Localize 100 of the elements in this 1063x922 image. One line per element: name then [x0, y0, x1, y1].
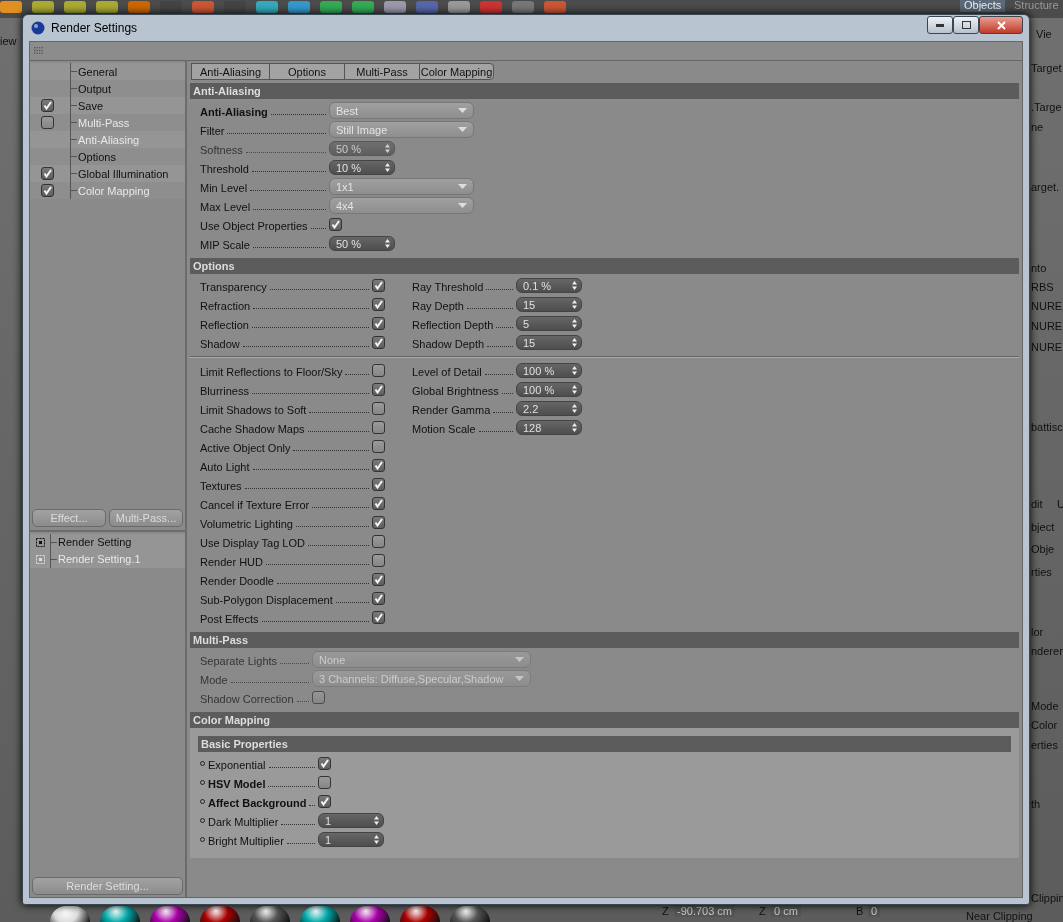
field-label: Textures: [200, 479, 242, 492]
settings-list-item[interactable]: Output: [30, 80, 185, 97]
spin-arrows-icon: [572, 338, 577, 347]
tab[interactable]: Color Mapping: [419, 63, 494, 80]
checkbox[interactable]: [40, 116, 54, 129]
settings-list-item[interactable]: General: [30, 63, 185, 80]
caret-icon: [515, 657, 524, 662]
number-field[interactable]: 5: [516, 316, 582, 331]
checkbox[interactable]: [372, 336, 385, 349]
number-field[interactable]: 10 %: [329, 160, 395, 175]
settings-list-item[interactable]: Options: [30, 148, 185, 165]
toolbar-icon[interactable]: [352, 1, 374, 13]
tab[interactable]: Options: [269, 63, 344, 80]
number-field[interactable]: 100 %: [516, 363, 582, 378]
spin-arrows-icon: [385, 239, 390, 248]
checkbox[interactable]: [372, 364, 385, 377]
checkbox[interactable]: [372, 402, 385, 415]
checkbox[interactable]: [372, 298, 385, 311]
axis-label: B: [856, 905, 864, 917]
field-label: Render Doodle: [200, 574, 274, 587]
number-field[interactable]: 1: [318, 832, 384, 847]
close-button[interactable]: [979, 16, 1023, 34]
field-label: Filter: [200, 124, 225, 137]
field-label: Refraction: [200, 299, 251, 312]
checkbox[interactable]: [372, 459, 385, 472]
number-field[interactable]: 100 %: [516, 382, 582, 397]
panel-text-fragment: .Targe: [1031, 101, 1062, 113]
toolbar-icon[interactable]: [96, 1, 118, 13]
number-field[interactable]: 0.1 %: [516, 278, 582, 293]
number-field[interactable]: 2.2: [516, 401, 582, 416]
coordinate-field[interactable]: -90.703 cm: [674, 905, 736, 917]
checkbox[interactable]: [372, 535, 385, 548]
coordinate-field[interactable]: 0: [868, 905, 881, 917]
panel-text-fragment: Mode: [1031, 700, 1059, 712]
toolbar-icon[interactable]: [384, 1, 406, 13]
grip-icon[interactable]: [34, 47, 44, 55]
spin-arrows-icon: [385, 163, 390, 172]
axis-label: Z: [662, 905, 669, 917]
checkbox[interactable]: [372, 497, 385, 510]
field-label: Ray Threshold: [412, 280, 484, 293]
panel-label-fragment: iew: [0, 35, 17, 47]
field-label: Level of Detail: [412, 365, 482, 378]
checkbox[interactable]: [372, 279, 385, 292]
field-label: Transparency: [200, 280, 267, 293]
field-label: Post Effects: [200, 612, 259, 625]
field-label: Affect Background: [208, 796, 307, 809]
toolbar-icon[interactable]: [320, 1, 342, 13]
minimize-button[interactable]: [927, 16, 953, 34]
panel-text-fragment: Obje: [1031, 543, 1055, 555]
field-label: Shadow: [200, 337, 240, 350]
checkbox[interactable]: [372, 440, 385, 453]
settings-list-item[interactable]: Global Illumination: [30, 165, 185, 182]
settings-list-item[interactable]: Save: [30, 97, 185, 114]
checkbox[interactable]: [40, 99, 54, 112]
checkbox[interactable]: [372, 592, 385, 605]
checkbox[interactable]: [372, 421, 385, 434]
checkbox[interactable]: [372, 478, 385, 491]
checkbox[interactable]: [372, 383, 385, 396]
checkbox[interactable]: [372, 554, 385, 567]
checkbox[interactable]: [372, 317, 385, 330]
toolbar-icon[interactable]: [64, 1, 86, 13]
checkbox[interactable]: [329, 218, 342, 231]
checkbox[interactable]: [40, 167, 54, 180]
field-label: Auto Light: [200, 460, 250, 473]
number-field[interactable]: 15: [516, 335, 582, 350]
panel-text-fragment: RBS: [1031, 281, 1054, 293]
field-label: Reflection Depth: [412, 318, 494, 331]
number-field[interactable]: 50 %: [329, 236, 395, 251]
preset-list-item[interactable]: Render Setting: [30, 533, 185, 551]
minimize-icon: [936, 23, 944, 27]
field-label: Dark Multiplier: [208, 815, 279, 828]
panel-text-fragment: Color: [1031, 719, 1058, 731]
field-label: Use Display Tag LOD: [200, 536, 305, 549]
tab[interactable]: Anti-Aliasing: [191, 63, 269, 80]
panel-tab[interactable]: Objects: [960, 0, 1006, 12]
number-field[interactable]: 1: [318, 813, 384, 828]
toolbar-icon[interactable]: [32, 1, 54, 13]
coordinate-field[interactable]: 0 cm: [771, 905, 801, 917]
maximize-button[interactable]: [953, 16, 979, 34]
section-header: Options: [190, 258, 1019, 274]
panel-text-fragment: Near Clipping: [966, 910, 1033, 922]
panel-text-fragment: rties: [1031, 566, 1052, 578]
toolbar-icon[interactable]: [448, 1, 470, 13]
checkbox[interactable]: [318, 795, 331, 808]
checkbox[interactable]: [372, 516, 385, 529]
checkbox[interactable]: [318, 776, 331, 789]
field-label: Use Object Properties: [200, 219, 308, 232]
number-field[interactable]: 15: [516, 297, 582, 312]
toolbar-icon[interactable]: [288, 1, 310, 13]
number-field[interactable]: 128: [516, 420, 582, 435]
field-label: Limit Shadows to Soft: [200, 403, 307, 416]
checkbox[interactable]: [40, 184, 54, 197]
checkbox[interactable]: [372, 611, 385, 624]
panel-text-fragment: bject: [1031, 521, 1055, 533]
toolbar-icon[interactable]: [256, 1, 278, 13]
checkbox[interactable]: [318, 757, 331, 770]
spin-arrows-icon: [572, 281, 577, 290]
tab[interactable]: Multi-Pass: [344, 63, 419, 80]
field-label: Sub-Polygon Displacement: [200, 593, 333, 606]
checkbox[interactable]: [372, 573, 385, 586]
